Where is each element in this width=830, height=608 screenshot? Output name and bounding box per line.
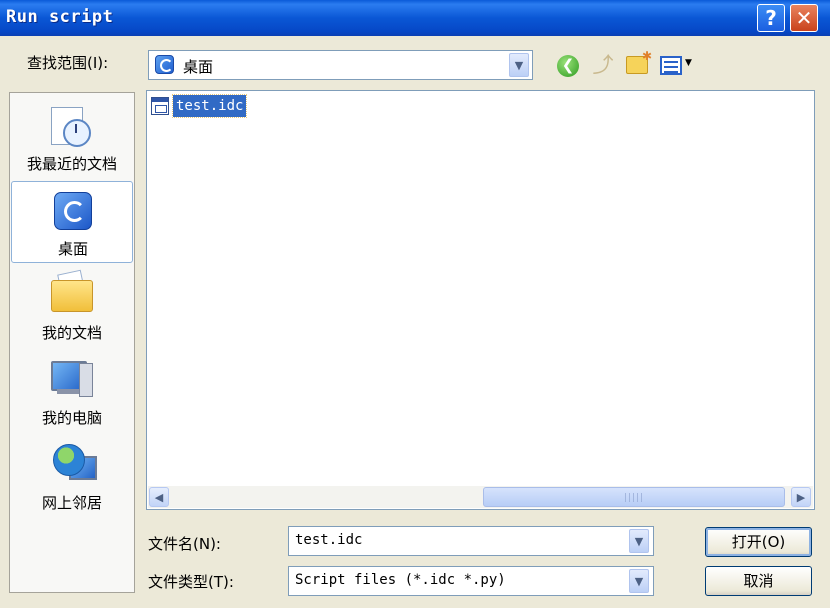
file-name-label: 文件名(N): — [148, 535, 221, 553]
title-bar[interactable]: Run script ? ✕ — [0, 0, 830, 36]
place-network[interactable]: 网上邻居 — [11, 436, 133, 518]
place-my-documents[interactable]: 我的文档 — [11, 266, 133, 348]
my-documents-icon — [51, 280, 93, 312]
file-name: test.idc — [171, 94, 248, 118]
scroll-left-button[interactable]: ◀ — [149, 487, 169, 507]
back-icon[interactable]: ❮ — [557, 55, 579, 77]
file-type-dropdown-button[interactable]: ▼ — [629, 569, 649, 593]
new-folder-spark-icon: ✱ — [642, 49, 653, 63]
look-in-value: 桌面 — [183, 58, 214, 76]
file-name-value: test.idc — [295, 532, 363, 548]
file-type-label: 文件类型(T): — [148, 573, 234, 591]
computer-tower-icon — [79, 363, 93, 397]
file-type-select[interactable]: Script files (*.idc *.py) ▼ — [288, 566, 654, 596]
place-label: 桌面 — [57, 240, 88, 258]
scroll-right-button[interactable]: ▶ — [791, 487, 811, 507]
place-desktop[interactable]: 桌面 — [11, 181, 133, 263]
up-folder-icon[interactable]: ⤴ — [592, 52, 614, 78]
place-label: 我的电脑 — [41, 409, 102, 427]
file-list[interactable]: test.idc ◀ ||||| ▶ — [146, 90, 815, 510]
place-label: 网上邻居 — [41, 494, 102, 512]
monitor-stand-icon — [57, 389, 79, 394]
help-button[interactable]: ? — [757, 4, 785, 32]
file-name-dropdown-button[interactable]: ▼ — [629, 529, 649, 553]
place-label: 我的文档 — [41, 324, 102, 342]
desktop-icon — [54, 192, 92, 230]
place-label: 我最近的文档 — [26, 155, 117, 173]
network-places-icon — [53, 444, 85, 476]
place-my-computer[interactable]: 我的电脑 — [11, 351, 133, 433]
places-bar: 我最近的文档 桌面 我的文档 我的电脑 网上邻居 — [9, 92, 135, 593]
scrollbar-thumb[interactable]: ||||| — [483, 487, 785, 507]
look-in-combobox[interactable]: 桌面 ▼ — [148, 50, 533, 80]
open-button[interactable]: 打开(O) — [705, 527, 812, 557]
desktop-icon — [155, 55, 174, 74]
script-file-icon — [151, 97, 169, 115]
cancel-button[interactable]: 取消 — [705, 566, 812, 596]
look-in-label: 查找范围(I): — [27, 54, 109, 72]
clock-icon — [63, 119, 91, 147]
file-name-input[interactable]: test.idc ▼ — [288, 526, 654, 556]
close-button[interactable]: ✕ — [790, 4, 818, 32]
views-menu-icon[interactable] — [660, 56, 682, 75]
file-type-value: Script files (*.idc *.py) — [295, 572, 506, 588]
place-recent-documents[interactable]: 我最近的文档 — [11, 97, 133, 179]
horizontal-scrollbar[interactable]: ◀ ||||| ▶ — [148, 486, 813, 508]
views-dropdown-arrow-icon[interactable]: ▼ — [685, 58, 692, 68]
window-title: Run script — [6, 7, 114, 27]
look-in-dropdown-button[interactable]: ▼ — [509, 53, 529, 77]
